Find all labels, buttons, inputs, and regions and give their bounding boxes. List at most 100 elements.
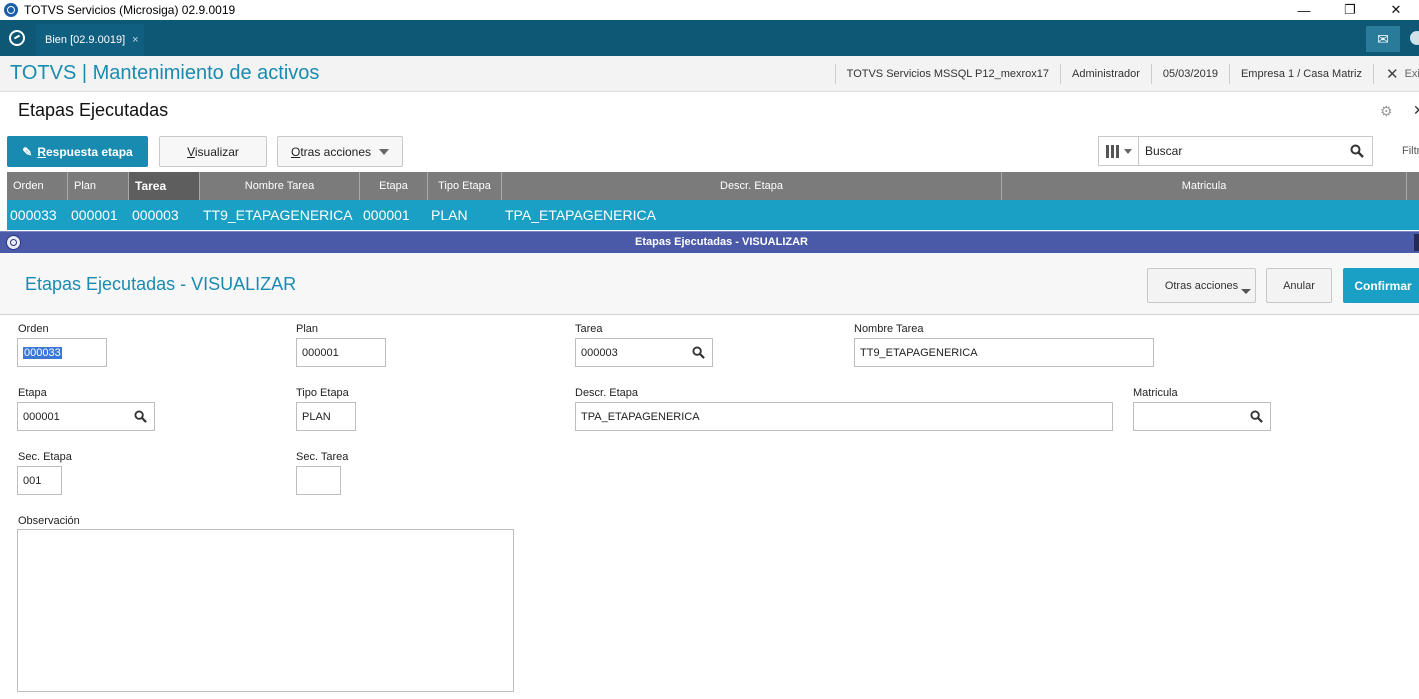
chevron-down-icon — [379, 148, 390, 155]
column-header-plan[interactable]: Plan — [68, 172, 129, 200]
descr-etapa-value: TPA_ETAPAGENERICA — [581, 410, 700, 423]
anular-label: Anular — [1283, 279, 1315, 292]
cell-tipo-etapa: PLAN — [431, 207, 468, 223]
cell-orden: 000033 — [10, 207, 57, 223]
orden-value: 000033 — [23, 346, 62, 359]
window-title: TOTVS Servicios (Microsiga) 02.9.0019 — [24, 3, 236, 17]
matricula-label: Matricula — [1133, 387, 1178, 399]
dialog-window-title: Etapas Ejecutadas - VISUALIZAR — [635, 236, 808, 248]
matricula-field[interactable] — [1133, 402, 1271, 431]
etapa-field[interactable]: 000001 — [17, 402, 155, 431]
tipo-etapa-value: PLAN — [302, 410, 331, 423]
column-selector[interactable] — [1099, 137, 1139, 165]
window-titlebar: TOTVS Servicios (Microsiga) 02.9.0019 — … — [0, 0, 1419, 20]
cell-plan: 000001 — [71, 207, 118, 223]
exit-button[interactable]: ✕ Exit — [1373, 63, 1419, 84]
grid-header: Orden Plan Tarea Nombre Tarea Etapa Tipo… — [7, 172, 1419, 200]
table-row[interactable]: 000033 000001 000003 TT9_ETAPAGENERICA 0… — [7, 200, 1419, 230]
date-info: 05/03/2019 — [1150, 63, 1229, 84]
window-controls: — ❐ ✕ — [1281, 0, 1419, 20]
tarea-value: 000003 — [581, 346, 618, 359]
module-tabbar: Bien [02.9.0019] × ✉ — [0, 20, 1419, 56]
user-info: Administrador — [1060, 63, 1151, 84]
sec-etapa-label: Sec. Etapa — [18, 451, 72, 463]
descr-etapa-label: Descr. Etapa — [575, 387, 638, 399]
totvs-app-icon — [4, 3, 18, 17]
otras-acciones-label: Otras acciones — [290, 144, 372, 159]
observacion-label: Observación — [18, 515, 80, 527]
plan-value: 000001 — [302, 346, 339, 359]
close-browse-icon[interactable]: ✕ — [1413, 102, 1419, 119]
totvs-logo-icon[interactable] — [9, 30, 25, 46]
close-window-button[interactable]: ✕ — [1373, 0, 1419, 20]
otras-acciones-button[interactable]: Otras acciones — [277, 136, 403, 167]
cell-tarea: 000003 — [132, 207, 179, 223]
visualizar-button[interactable]: Visualizar — [159, 136, 267, 167]
otras-acciones-dialog-label: Otras acciones — [1164, 279, 1239, 292]
search-icon[interactable] — [1242, 410, 1270, 423]
user-menu-icon[interactable] — [1410, 31, 1419, 45]
tab-close-icon[interactable]: × — [132, 34, 138, 46]
restore-button[interactable]: ❐ — [1327, 0, 1373, 20]
column-header-orden[interactable]: Orden — [7, 172, 68, 200]
nombre-tarea-field[interactable]: TT9_ETAPAGENERICA — [854, 338, 1154, 367]
etapa-value: 000001 — [23, 410, 60, 423]
environment-info: TOTVS Servicios MSSQL P12_mexrox17 — [834, 63, 1060, 84]
sec-etapa-value: 001 — [23, 474, 42, 487]
sec-tarea-label: Sec. Tarea — [296, 451, 349, 463]
cell-nombre-tarea: TT9_ETAPAGENERICA — [203, 207, 353, 223]
column-header-tarea[interactable]: Tarea — [129, 172, 200, 200]
confirmar-button[interactable]: Confirmar — [1343, 268, 1419, 303]
anular-button[interactable]: Anular — [1266, 268, 1332, 303]
dialog-titlebar: Etapas Ejecutadas - VISUALIZAR — [0, 231, 1419, 253]
tab-label: Bien [02.9.0019] — [45, 34, 126, 46]
header-info: TOTVS Servicios MSSQL P12_mexrox17 Admin… — [834, 56, 1419, 91]
gear-icon[interactable]: ⚙ — [1380, 104, 1394, 118]
otras-acciones-dialog-button[interactable]: Otras acciones — [1147, 268, 1256, 303]
respuesta-etapa-label: Respuesta etapa — [37, 144, 133, 159]
search-box: Buscar — [1098, 136, 1373, 166]
pencil-icon: ✎ — [22, 144, 33, 159]
etapa-label: Etapa — [18, 387, 47, 399]
visualizar-label: Visualizar — [187, 144, 239, 159]
confirmar-label: Confirmar — [1354, 278, 1412, 293]
tab-bien[interactable]: Bien [02.9.0019] × — [36, 24, 144, 56]
search-input[interactable]: Buscar — [1139, 144, 1342, 158]
cell-matricula — [1002, 200, 1407, 230]
cell-descr-etapa: TPA_ETAPAGENERICA — [505, 207, 656, 223]
search-icon[interactable] — [1342, 144, 1372, 158]
column-header-matricula[interactable]: Matricula — [1002, 172, 1407, 200]
dialog-header: Etapas Ejecutadas - VISUALIZAR Otras acc… — [0, 253, 1419, 315]
descr-etapa-field[interactable]: TPA_ETAPAGENERICA — [575, 402, 1113, 431]
respuesta-etapa-button[interactable]: ✎ Respuesta etapa — [7, 136, 148, 167]
mail-icon[interactable]: ✉ — [1366, 26, 1400, 52]
app-title: TOTVS | Mantenimiento de activos — [10, 62, 320, 84]
plan-field[interactable]: 000001 — [296, 338, 386, 367]
close-icon: ✕ — [1386, 65, 1399, 83]
column-header-etapa[interactable]: Etapa — [360, 172, 428, 200]
tipo-etapa-label: Tipo Etapa — [296, 387, 349, 399]
tipo-etapa-field[interactable]: PLAN — [296, 402, 356, 431]
dialog-window-control[interactable] — [1414, 234, 1419, 251]
columns-icon — [1105, 144, 1119, 158]
sec-tarea-field[interactable] — [296, 466, 341, 495]
column-header-tipo-etapa[interactable]: Tipo Etapa — [428, 172, 502, 200]
company-info: Empresa 1 / Casa Matriz — [1228, 63, 1373, 84]
page-title: Etapas Ejecutadas — [18, 100, 169, 120]
search-icon[interactable] — [126, 410, 154, 423]
minimize-button[interactable]: — — [1281, 0, 1327, 20]
observacion-textarea[interactable] — [17, 529, 514, 692]
orden-field[interactable]: 000033 — [17, 338, 107, 367]
cell-etapa: 000001 — [363, 207, 410, 223]
filter-link[interactable]: Filtrar — [1402, 145, 1419, 157]
dialog-title: Etapas Ejecutadas - VISUALIZAR — [25, 274, 297, 294]
app-header: TOTVS | Mantenimiento de activos TOTVS S… — [0, 56, 1419, 92]
column-header-nombre-tarea[interactable]: Nombre Tarea — [200, 172, 360, 200]
exit-label: Exit — [1404, 67, 1419, 80]
tarea-label: Tarea — [575, 323, 603, 335]
tarea-field[interactable]: 000003 — [575, 338, 713, 367]
plan-label: Plan — [296, 323, 319, 335]
column-header-descr-etapa[interactable]: Descr. Etapa — [502, 172, 1002, 200]
search-icon[interactable] — [684, 346, 712, 359]
sec-etapa-field[interactable]: 001 — [17, 466, 62, 495]
